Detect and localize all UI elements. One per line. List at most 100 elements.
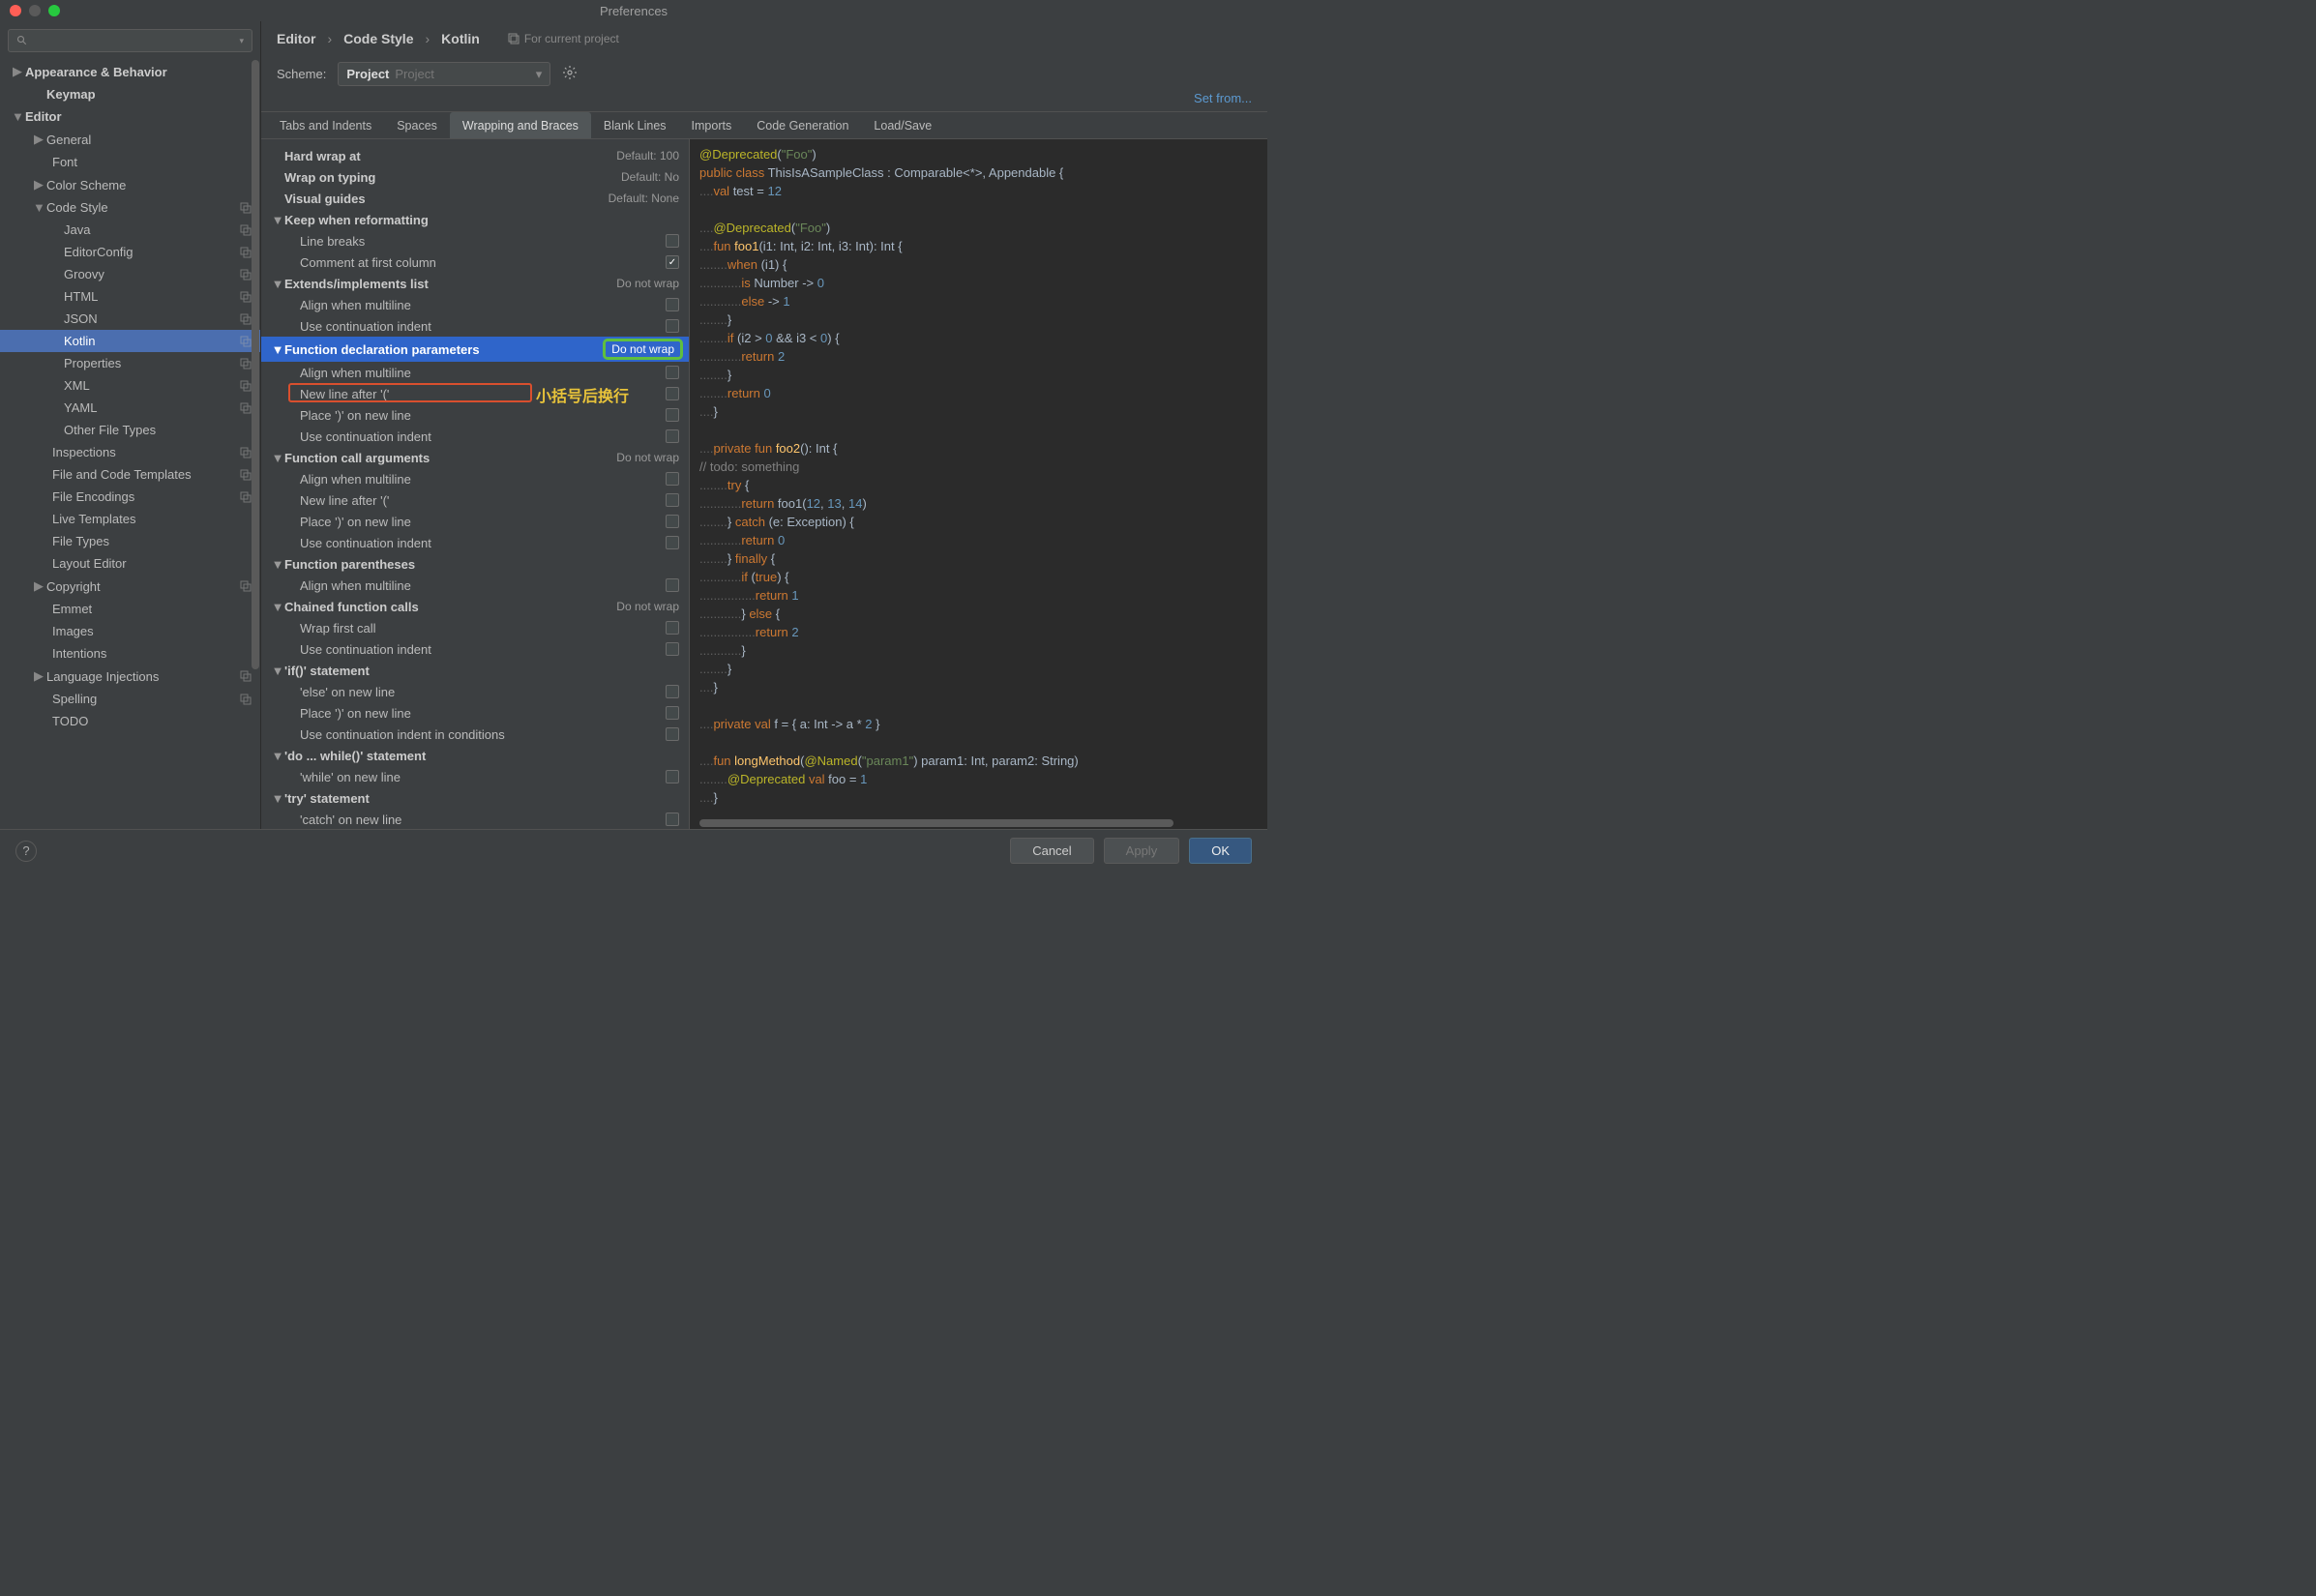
tab-tabs-and-indents[interactable]: Tabs and Indents: [267, 112, 384, 138]
sidebar-item-json[interactable]: JSON: [0, 308, 260, 330]
option--while-on-new-line[interactable]: 'while' on new line: [261, 766, 689, 787]
sidebar-item-html[interactable]: HTML: [0, 285, 260, 308]
minimize-window-button[interactable]: [29, 5, 41, 16]
code-hscrollbar[interactable]: [699, 819, 1173, 827]
option-align-when-multiline[interactable]: Align when multiline: [261, 575, 689, 596]
sidebar-item-other-file-types[interactable]: Other File Types: [0, 419, 260, 441]
sidebar-item-layout-editor[interactable]: Layout Editor: [0, 552, 260, 575]
tab-code-generation[interactable]: Code Generation: [744, 112, 861, 138]
checkbox[interactable]: [666, 770, 679, 783]
sidebar-item-language-injections[interactable]: ▶Language Injections: [0, 665, 260, 688]
checkbox[interactable]: [666, 515, 679, 528]
checkbox[interactable]: [666, 234, 679, 248]
options-panel[interactable]: Hard wrap atDefault: 100Wrap on typingDe…: [261, 139, 689, 829]
option-chained-function-calls[interactable]: ▼Chained function callsDo not wrap: [261, 596, 689, 617]
checkbox[interactable]: [666, 408, 679, 422]
option-use-continuation-indent[interactable]: Use continuation indent: [261, 638, 689, 660]
sidebar-item-spelling[interactable]: Spelling: [0, 688, 260, 710]
option--else-on-new-line[interactable]: 'else' on new line: [261, 681, 689, 702]
set-from-link[interactable]: Set from...: [1194, 91, 1252, 105]
sidebar-item-properties[interactable]: Properties: [0, 352, 260, 374]
option--try-statement[interactable]: ▼'try' statement: [261, 787, 689, 809]
checkbox[interactable]: [666, 685, 679, 698]
checkbox[interactable]: [666, 642, 679, 656]
checkbox[interactable]: [666, 621, 679, 635]
option-wrap-on-typing[interactable]: Wrap on typingDefault: No: [261, 166, 689, 188]
option-function-call-arguments[interactable]: ▼Function call argumentsDo not wrap: [261, 447, 689, 468]
sidebar-item-groovy[interactable]: Groovy: [0, 263, 260, 285]
option-use-continuation-indent[interactable]: Use continuation indent: [261, 426, 689, 447]
option-align-when-multiline[interactable]: Align when multiline: [261, 362, 689, 383]
sidebar-item-general[interactable]: ▶General: [0, 128, 260, 151]
checkbox[interactable]: [666, 472, 679, 486]
tab-blank-lines[interactable]: Blank Lines: [591, 112, 679, 138]
sidebar-item-yaml[interactable]: YAML: [0, 397, 260, 419]
sidebar-item-copyright[interactable]: ▶Copyright: [0, 575, 260, 598]
option-use-continuation-indent-in-conditions[interactable]: Use continuation indent in conditions: [261, 724, 689, 745]
sidebar-item-color-scheme[interactable]: ▶Color Scheme: [0, 173, 260, 196]
option-wrap-first-call[interactable]: Wrap first call: [261, 617, 689, 638]
tab-load-save[interactable]: Load/Save: [861, 112, 944, 138]
sidebar-item-keymap[interactable]: Keymap: [0, 83, 260, 105]
option-function-declaration-parameters[interactable]: ▼Function declaration parametersDo not w…: [261, 337, 689, 362]
option-place-on-new-line[interactable]: Place ')' on new line: [261, 511, 689, 532]
sidebar-item-file-types[interactable]: File Types: [0, 530, 260, 552]
option-use-continuation-indent[interactable]: Use continuation indent: [261, 315, 689, 337]
option-new-line-after-[interactable]: New line after '(': [261, 383, 689, 404]
checkbox[interactable]: [666, 255, 679, 269]
option-visual-guides[interactable]: Visual guidesDefault: None: [261, 188, 689, 209]
option-comment-at-first-column[interactable]: Comment at first column: [261, 251, 689, 273]
sidebar-item-live-templates[interactable]: Live Templates: [0, 508, 260, 530]
tab-wrapping-and-braces[interactable]: Wrapping and Braces: [450, 112, 591, 138]
maximize-window-button[interactable]: [48, 5, 60, 16]
checkbox[interactable]: [666, 493, 679, 507]
option-align-when-multiline[interactable]: Align when multiline: [261, 294, 689, 315]
sidebar-item-java[interactable]: Java: [0, 219, 260, 241]
option-new-line-after-[interactable]: New line after '(': [261, 489, 689, 511]
option--do-while-statement[interactable]: ▼'do ... while()' statement: [261, 745, 689, 766]
settings-tree[interactable]: ▶Appearance & BehaviorKeymap▼Editor▶Gene…: [0, 60, 260, 829]
cancel-button[interactable]: Cancel: [1010, 838, 1093, 864]
option-place-on-new-line[interactable]: Place ')' on new line: [261, 702, 689, 724]
dropdown-icon[interactable]: ▾: [239, 36, 244, 46]
scheme-dropdown[interactable]: Project Project ▾: [338, 62, 550, 86]
tab-spaces[interactable]: Spaces: [384, 112, 450, 138]
apply-button[interactable]: Apply: [1104, 838, 1180, 864]
sidebar-item-kotlin[interactable]: Kotlin: [0, 330, 260, 352]
option--catch-on-new-line[interactable]: 'catch' on new line: [261, 809, 689, 829]
sidebar-item-font[interactable]: Font: [0, 151, 260, 173]
checkbox[interactable]: [666, 706, 679, 720]
sidebar-item-todo[interactable]: TODO: [0, 710, 260, 732]
checkbox[interactable]: [666, 387, 679, 400]
search-field[interactable]: [34, 34, 233, 47]
option-align-when-multiline[interactable]: Align when multiline: [261, 468, 689, 489]
scheme-gear-button[interactable]: [562, 65, 578, 83]
option--if-statement[interactable]: ▼'if()' statement: [261, 660, 689, 681]
option-function-parentheses[interactable]: ▼Function parentheses: [261, 553, 689, 575]
sidebar-item-file-encodings[interactable]: File Encodings: [0, 486, 260, 508]
sidebar-item-appearance-behavior[interactable]: ▶Appearance & Behavior: [0, 60, 260, 83]
sidebar-item-file-and-code-templates[interactable]: File and Code Templates: [0, 463, 260, 486]
tab-imports[interactable]: Imports: [679, 112, 745, 138]
checkbox[interactable]: [666, 813, 679, 826]
sidebar-item-inspections[interactable]: Inspections: [0, 441, 260, 463]
help-button[interactable]: ?: [15, 841, 37, 862]
option-use-continuation-indent[interactable]: Use continuation indent: [261, 532, 689, 553]
sidebar-scrollbar[interactable]: [252, 60, 259, 669]
checkbox[interactable]: [666, 298, 679, 311]
search-input[interactable]: ▾: [8, 29, 252, 52]
checkbox[interactable]: [666, 429, 679, 443]
option-place-on-new-line[interactable]: Place ')' on new line: [261, 404, 689, 426]
option-hard-wrap-at[interactable]: Hard wrap atDefault: 100: [261, 145, 689, 166]
sidebar-item-editor[interactable]: ▼Editor: [0, 105, 260, 128]
option-line-breaks[interactable]: Line breaks: [261, 230, 689, 251]
checkbox[interactable]: [666, 727, 679, 741]
sidebar-item-emmet[interactable]: Emmet: [0, 598, 260, 620]
option-extends-implements-list[interactable]: ▼Extends/implements listDo not wrap: [261, 273, 689, 294]
ok-button[interactable]: OK: [1189, 838, 1252, 864]
checkbox[interactable]: [666, 319, 679, 333]
checkbox[interactable]: [666, 536, 679, 549]
checkbox[interactable]: [666, 578, 679, 592]
checkbox[interactable]: [666, 366, 679, 379]
sidebar-item-images[interactable]: Images: [0, 620, 260, 642]
